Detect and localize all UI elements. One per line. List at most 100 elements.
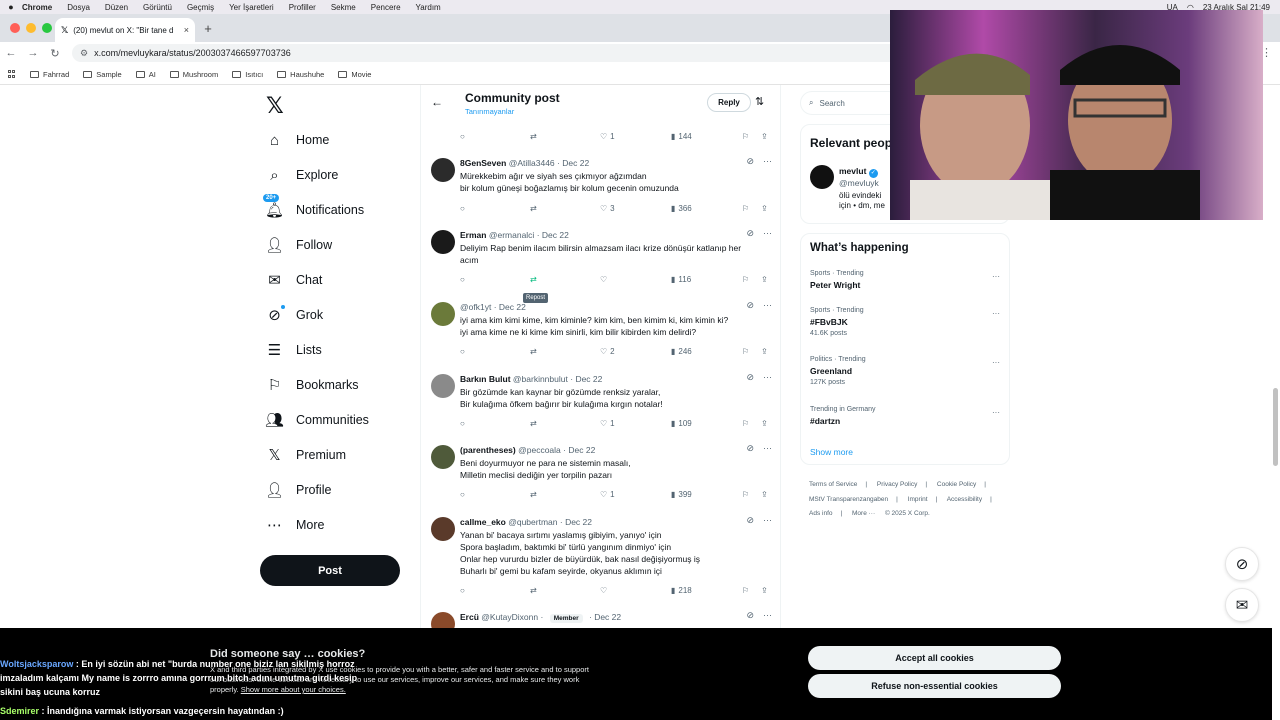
author-name[interactable]: callme_eko	[460, 517, 506, 527]
more-icon[interactable]: ···	[763, 300, 772, 311]
like-button[interactable]: ♡ 2	[600, 347, 615, 356]
x-logo-icon[interactable]: 𝕏	[266, 93, 284, 119]
bookmark-icon[interactable]: ⚐	[742, 419, 749, 428]
more-icon[interactable]: ···	[992, 408, 1000, 417]
nav-profile[interactable]: 👤︎ Profile	[265, 477, 331, 503]
menu-pencere[interactable]: Pencere	[371, 3, 401, 12]
nav-notifications[interactable]: 🔔︎ 20+ Notifications	[263, 193, 364, 223]
tweet-date[interactable]: Dec 22	[594, 612, 621, 622]
scrollbar-thumb[interactable]	[1273, 388, 1278, 466]
tweet-date[interactable]: Dec 22	[542, 230, 569, 240]
search-input[interactable]: ⌕ Search	[800, 91, 900, 115]
refuse-cookies-button[interactable]: Refuse non-essential cookies	[808, 674, 1061, 698]
bookmark-icon[interactable]: ⚐	[742, 132, 749, 141]
like-button[interactable]: ♡	[600, 586, 610, 595]
author-handle[interactable]: @barkinnbulut	[513, 374, 568, 384]
url-field[interactable]: ⚙ x.com/mevluykara/status/20030374665977…	[72, 44, 932, 62]
bookmark-icon[interactable]: ⚐	[742, 490, 749, 499]
menu-chrome[interactable]: Chrome	[22, 3, 52, 12]
grok-icon[interactable]: ⊘	[746, 156, 754, 167]
avatar[interactable]	[431, 374, 455, 398]
back-icon[interactable]: ←	[0, 47, 22, 59]
menu-gecmis[interactable]: Geçmiş	[187, 3, 214, 12]
nav-bookmarks[interactable]: ⚐ Bookmarks	[266, 372, 359, 398]
footer-link[interactable]: Ads info	[809, 510, 833, 517]
tweet-date[interactable]: Dec 22	[575, 374, 602, 384]
bookmark-ai[interactable]: AI	[135, 70, 156, 79]
reply-icon[interactable]: ○	[460, 419, 465, 428]
trend-item[interactable]: Trending in Germany #dartzn ···	[810, 406, 1000, 426]
relevant-name[interactable]: mevlut ✓	[839, 166, 878, 178]
more-icon[interactable]: ···	[763, 228, 772, 239]
repost-icon[interactable]: ⇄	[530, 275, 537, 284]
share-icon[interactable]: ⇪	[761, 204, 768, 213]
bookmark-mushroom[interactable]: Mushroom	[169, 70, 218, 79]
grok-icon[interactable]: ⊘	[746, 610, 754, 621]
bookmark-icon[interactable]: ⚐	[742, 275, 749, 284]
repost-icon[interactable]: ⇄	[530, 419, 537, 428]
share-icon[interactable]: ⇪	[761, 132, 768, 141]
reply-icon[interactable]: ○	[460, 347, 465, 356]
reply-icon[interactable]: ○	[460, 132, 465, 141]
repost-icon[interactable]: ⇄	[530, 204, 537, 213]
footer-link[interactable]: MStV Transparenzangaben	[809, 496, 888, 503]
post-button[interactable]: Post	[260, 555, 400, 586]
tweet-date[interactable]: Dec 22	[565, 517, 592, 527]
avatar[interactable]	[431, 517, 455, 541]
apps-grid-icon[interactable]	[8, 70, 16, 78]
views-count[interactable]: ▮ 109	[671, 419, 692, 428]
more-icon[interactable]: ···	[992, 309, 1000, 318]
more-icon[interactable]: ···	[763, 515, 772, 526]
menu-yer-isaretleri[interactable]: Yer İşaretleri	[229, 3, 274, 12]
more-icon[interactable]: ···	[763, 610, 772, 621]
author-handle[interactable]: @KutayDixonn	[481, 612, 538, 622]
forward-icon[interactable]: →	[22, 47, 44, 59]
footer-link[interactable]: Privacy Policy	[877, 481, 917, 488]
like-button[interactable]: ♡ 1	[600, 132, 615, 141]
views-count[interactable]: ▮ 116	[671, 275, 691, 284]
like-button[interactable]: ♡ 3	[600, 204, 615, 213]
bookmark-icon[interactable]: ⚐	[742, 586, 749, 595]
community-name-link[interactable]: Tanınmayanlar	[465, 107, 514, 116]
more-icon[interactable]: ···	[992, 358, 1000, 367]
bookmark-icon[interactable]: ⚐	[742, 204, 749, 213]
footer-link[interactable]: Terms of Service	[809, 481, 857, 488]
author-name[interactable]: (parentheses)	[460, 445, 516, 455]
bookmark-icon[interactable]: ⚐	[742, 347, 749, 356]
views-count[interactable]: ▮ 246	[671, 347, 692, 356]
site-info-icon[interactable]: ⚙	[80, 48, 88, 59]
nav-home[interactable]: ⌂ Home	[266, 127, 329, 153]
author-handle[interactable]: @qubertman	[508, 517, 557, 527]
repost-icon[interactable]: ⇄	[530, 347, 537, 356]
grok-icon[interactable]: ⊘	[746, 228, 754, 239]
nav-premium[interactable]: 𝕏 Premium	[266, 442, 346, 468]
trend-item[interactable]: Sports · Trending #FBvBJK 41.6K posts ··…	[810, 307, 1000, 337]
bookmark-fahrrad[interactable]: Fahrrad	[30, 70, 69, 79]
nav-explore[interactable]: ⌕ Explore	[266, 162, 338, 188]
nav-follow[interactable]: 👤︎ Follow	[265, 232, 332, 258]
views-count[interactable]: ▮ 218	[671, 586, 692, 595]
trend-item[interactable]: Sports · Trending Peter Wright ···	[810, 270, 1000, 290]
menu-dosya[interactable]: Dosya	[67, 3, 90, 12]
apple-icon[interactable]: ●	[0, 2, 22, 12]
nav-lists[interactable]: ☰ Lists	[266, 337, 322, 363]
reload-icon[interactable]: ↻	[44, 47, 66, 60]
share-icon[interactable]: ⇪	[761, 586, 768, 595]
author-handle[interactable]: @ofk1yt	[460, 302, 491, 312]
minimize-window-button[interactable]	[26, 23, 36, 33]
grok-icon[interactable]: ⊘	[746, 443, 754, 454]
repost-icon[interactable]: ⇄	[530, 586, 537, 595]
more-icon[interactable]: ···	[763, 372, 772, 383]
views-count[interactable]: ▮ 366	[671, 204, 692, 213]
menu-yardim[interactable]: Yardım	[416, 3, 441, 12]
reply-icon[interactable]: ○	[460, 490, 465, 499]
close-tab-icon[interactable]: ×	[184, 25, 189, 35]
author-name[interactable]: Ercü	[460, 612, 479, 622]
footer-link[interactable]: Cookie Policy	[937, 481, 976, 488]
nav-more[interactable]: ⋯ More	[266, 512, 324, 538]
footer-link[interactable]: Imprint	[908, 496, 928, 503]
accept-cookies-button[interactable]: Accept all cookies	[808, 646, 1061, 670]
close-window-button[interactable]	[10, 23, 20, 33]
bookmark-haushuhe[interactable]: Haushuhe	[277, 70, 324, 79]
messages-fab-button[interactable]: ✉	[1225, 588, 1259, 622]
